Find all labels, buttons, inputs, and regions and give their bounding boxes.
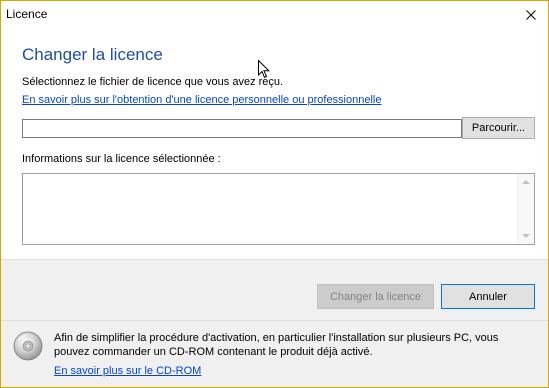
licence-info-link[interactable]: En savoir plus sur l'obtention d'une lic…: [22, 94, 381, 106]
scroll-up-arrow-icon[interactable]: [522, 180, 530, 184]
cdrom-description: Afin de simplifier la procédure d'activa…: [54, 332, 499, 358]
cd-rom-icon: [13, 331, 43, 361]
licence-dialog: Licence Changer la licence Sélectionnez …: [0, 0, 549, 388]
licence-info-label: Informations sur la licence sélectionnée…: [22, 153, 221, 165]
licence-file-path-input[interactable]: [22, 119, 462, 138]
licence-info-box[interactable]: [22, 173, 535, 245]
instruction-text: Sélectionnez le fichier de licence que v…: [22, 76, 284, 88]
cdrom-info-link[interactable]: En savoir plus sur le CD-ROM: [54, 365, 201, 377]
close-icon: [526, 10, 536, 20]
mouse-cursor-icon: [258, 60, 270, 79]
window-title: Licence: [6, 7, 48, 21]
title-bar: Licence: [1, 1, 548, 29]
licence-info-text: [23, 174, 534, 180]
scroll-down-arrow-icon[interactable]: [522, 234, 530, 238]
browse-button[interactable]: Parcourir...: [462, 117, 535, 139]
close-button[interactable]: [514, 1, 548, 29]
change-licence-button[interactable]: Changer la licence: [317, 284, 434, 309]
dialog-heading: Changer la licence: [22, 45, 163, 64]
cancel-button[interactable]: Annuler: [441, 284, 535, 309]
licence-info-scrollbar[interactable]: [517, 174, 534, 244]
